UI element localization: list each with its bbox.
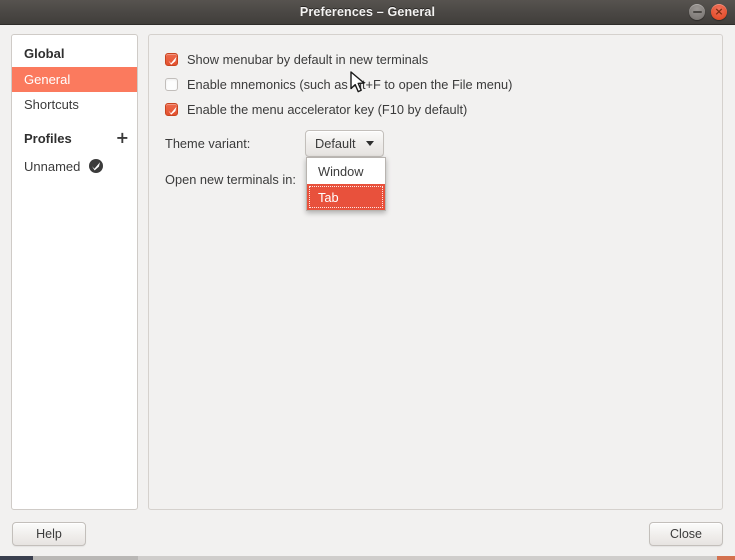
- sidebar-item-shortcuts-label: Shortcuts: [24, 97, 79, 112]
- close-button[interactable]: Close: [649, 522, 723, 546]
- background-window-strip: [0, 556, 735, 560]
- preferences-window: Preferences – General × Global General S…: [0, 0, 735, 556]
- sidebar-item-unnamed-profile-label: Unnamed: [24, 158, 81, 174]
- field-open-new-terminals-in-label: Open new terminals in:: [165, 171, 296, 187]
- theme-variant-dropdown[interactable]: Default: [305, 129, 384, 157]
- sidebar-item-shortcuts[interactable]: Shortcuts: [12, 92, 137, 117]
- background-strip-dark-segment: [0, 556, 33, 560]
- dropdown-option-tab-label: Tab: [318, 189, 339, 205]
- sidebar-section-global: Global: [12, 39, 137, 67]
- default-profile-check-icon: [89, 159, 104, 173]
- checkbox-row-show-menubar[interactable]: Show menubar by default in new terminals: [165, 47, 706, 71]
- general-settings-panel: Show menubar by default in new terminals…: [148, 34, 723, 510]
- background-strip-accent-segment: [717, 556, 735, 560]
- chevron-down-icon: [365, 140, 374, 146]
- open-new-terminals-dropdown-menu[interactable]: Window Tab: [306, 157, 386, 211]
- sidebar-section-profiles-label: Profiles: [24, 130, 72, 146]
- dropdown-option-window-label: Window: [318, 163, 364, 179]
- theme-variant-value: Default: [315, 135, 356, 151]
- sidebar: Global General Shortcuts Profiles + Unna…: [11, 34, 138, 510]
- checkbox-row-menu-accelerator[interactable]: Enable the menu accelerator key (F10 by …: [165, 97, 706, 121]
- checkbox-menu-accelerator-label: Enable the menu accelerator key (F10 by …: [187, 101, 468, 117]
- checkbox-enable-mnemonics-label: Enable mnemonics (such as Alt+F to open …: [187, 76, 513, 92]
- action-bar: Help Close: [0, 512, 735, 556]
- sidebar-item-unnamed-profile[interactable]: Unnamed: [12, 152, 137, 180]
- minimize-icon[interactable]: [689, 4, 705, 20]
- field-theme-variant: Theme variant: Default: [165, 129, 706, 157]
- dropdown-option-window[interactable]: Window: [307, 158, 385, 184]
- checkbox-show-menubar-label: Show menubar by default in new terminals: [187, 51, 429, 67]
- close-icon[interactable]: ×: [711, 4, 727, 20]
- field-open-new-terminals-in: Open new terminals in:: [165, 165, 706, 193]
- dropdown-option-tab[interactable]: Tab: [307, 184, 385, 210]
- plus-icon[interactable]: +: [116, 130, 129, 146]
- checkbox-enable-mnemonics[interactable]: [165, 77, 178, 91]
- sidebar-item-general-label: General: [24, 72, 71, 87]
- checkbox-row-enable-mnemonics[interactable]: Enable mnemonics (such as Alt+F to open …: [165, 72, 706, 96]
- sidebar-section-profiles: Profiles +: [12, 124, 137, 152]
- checkbox-show-menubar[interactable]: [165, 52, 178, 66]
- help-button[interactable]: Help: [12, 522, 86, 546]
- sidebar-section-global-label: Global: [24, 45, 65, 61]
- window-controls: ×: [689, 4, 727, 20]
- body-area: Global General Shortcuts Profiles + Unna…: [0, 25, 735, 512]
- background-strip-mid-segment: [33, 556, 138, 560]
- sidebar-item-general[interactable]: General: [12, 67, 137, 92]
- window-title: Preferences – General: [299, 5, 436, 19]
- checkbox-menu-accelerator[interactable]: [165, 102, 178, 116]
- close-glyph: ×: [714, 5, 724, 18]
- titlebar[interactable]: Preferences – General ×: [0, 0, 735, 25]
- field-theme-variant-label: Theme variant:: [165, 135, 251, 151]
